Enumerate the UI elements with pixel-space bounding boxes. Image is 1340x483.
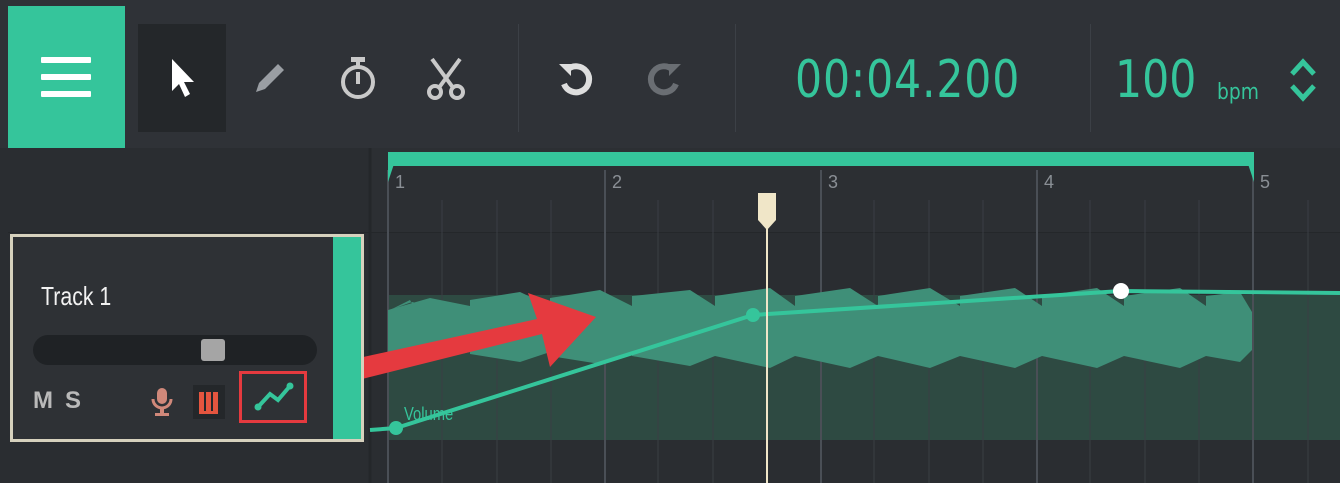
solo-button[interactable]: S bbox=[65, 387, 81, 415]
loop-region[interactable] bbox=[388, 152, 1254, 166]
loop-end-handle[interactable] bbox=[1244, 152, 1254, 182]
bar-number: 5 bbox=[1260, 172, 1271, 192]
track-color-strip bbox=[333, 237, 361, 439]
track-name[interactable]: Track 1 bbox=[41, 281, 111, 312]
automation-point[interactable] bbox=[746, 308, 760, 322]
bar-number: 2 bbox=[612, 172, 623, 192]
microphone-icon bbox=[151, 388, 173, 416]
automation-point[interactable] bbox=[389, 421, 403, 435]
volume-slider[interactable] bbox=[33, 335, 317, 365]
playhead-handle[interactable] bbox=[758, 193, 776, 230]
track-header[interactable]: Track 1 M S bbox=[10, 234, 364, 442]
mute-button[interactable]: M bbox=[33, 387, 53, 415]
piano-keys-icon bbox=[199, 392, 218, 414]
bar-number: 1 bbox=[395, 172, 406, 192]
volume-slider-thumb[interactable] bbox=[200, 339, 225, 361]
bar-number: 4 bbox=[1044, 172, 1055, 192]
instrument-button[interactable] bbox=[193, 385, 225, 419]
automation-line-icon bbox=[254, 382, 294, 411]
automation-toggle-button[interactable] bbox=[239, 371, 307, 423]
automation-point-selected[interactable] bbox=[1113, 283, 1129, 299]
record-arm-button[interactable] bbox=[151, 387, 173, 422]
bar-number: 3 bbox=[828, 172, 839, 192]
automation-label: Volume bbox=[404, 404, 454, 424]
